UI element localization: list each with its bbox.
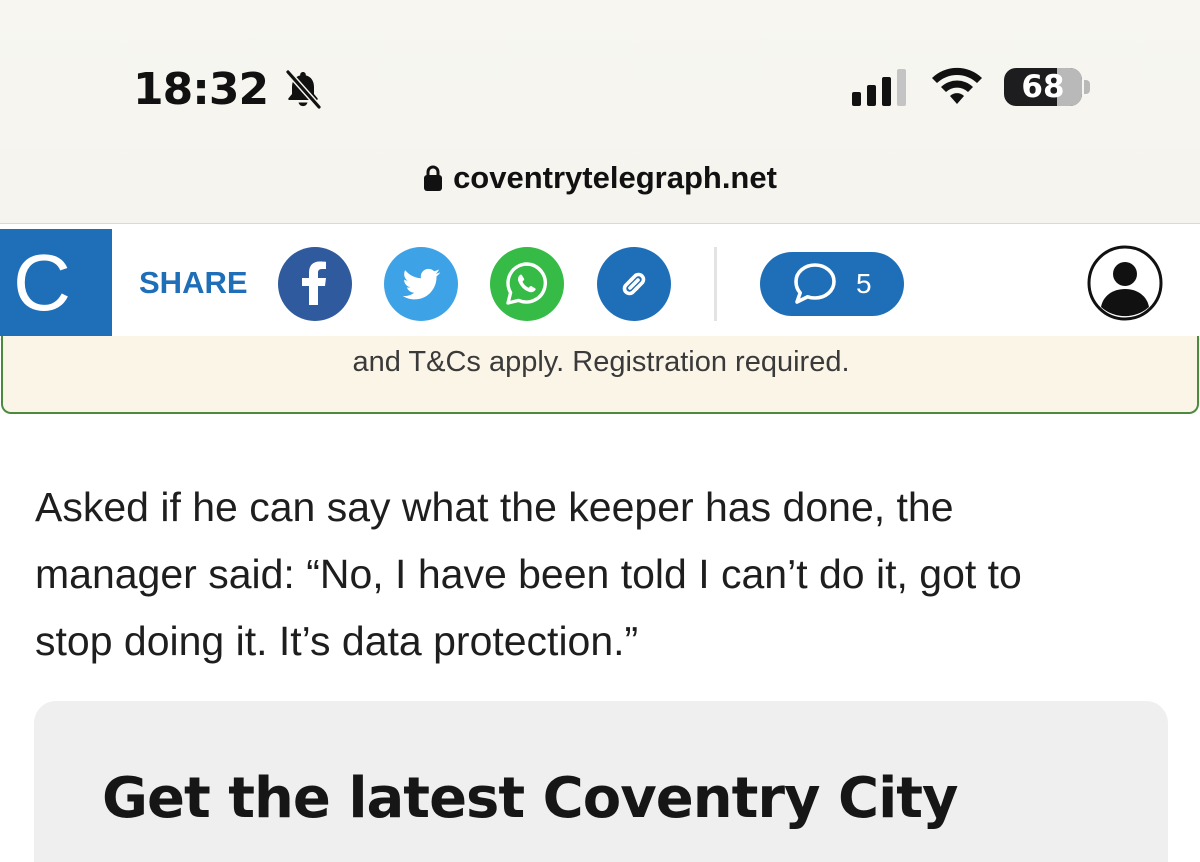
battery-cap [1084,80,1090,94]
promo-banner: and T&Cs apply. Registration required. [1,336,1199,414]
newsletter-card: Get the latest Coventry City [34,701,1168,862]
battery-icon: 68 [1004,68,1082,106]
share-twitter-button[interactable] [384,247,458,321]
facebook-icon [302,261,326,305]
site-logo[interactable]: C [0,229,112,336]
article-line: stop doing it. It’s data protection.” [35,618,639,664]
battery-level: 68 [1021,69,1065,105]
share-facebook-button[interactable] [278,247,352,321]
article-paragraph: Asked if he can say what the keeper has … [35,474,1175,675]
wifi-icon [932,67,982,104]
bell-slash-icon [285,70,322,109]
url-domain: coventrytelegraph.net [453,160,777,195]
logo-letter: C [13,238,71,327]
address-bar[interactable]: coventrytelegraph.net [0,160,1200,200]
share-toolbar: C SHARE 5 [0,225,1200,340]
article-line: manager said: “No, I have been told I ca… [35,551,1022,597]
cellular-signal-icon [852,69,906,106]
share-whatsapp-button[interactable] [490,247,564,321]
account-icon[interactable] [1086,244,1164,322]
newsletter-title: Get the latest Coventry City [102,766,959,831]
promo-text: and T&Cs apply. Registration required. [352,346,850,378]
browser-chrome: 18:32 68 coventrytelegraph.net [0,0,1200,224]
link-icon [622,272,646,296]
toolbar-divider [714,247,717,321]
comments-button[interactable]: 5 [760,252,904,316]
status-time: 18:32 [133,64,269,115]
comment-count: 5 [856,268,872,299]
whatsapp-icon [506,262,547,305]
comment-bubble-icon [794,263,836,304]
lock-icon [424,165,443,191]
twitter-icon [402,268,441,300]
share-label: SHARE [139,265,248,300]
article-line: Asked if he can say what the keeper has … [35,484,954,530]
copy-link-button[interactable] [597,247,671,321]
